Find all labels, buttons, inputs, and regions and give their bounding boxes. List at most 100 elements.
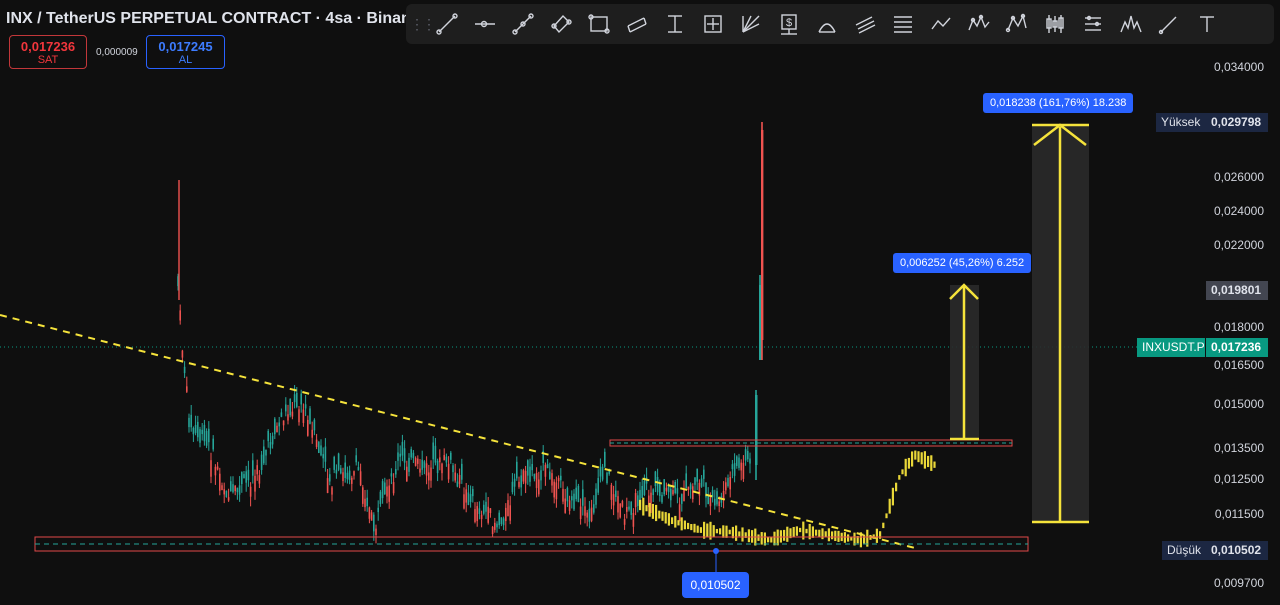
candle-body: [408, 457, 410, 472]
candle-body: [392, 482, 395, 494]
candle-body: [575, 487, 577, 500]
projection-bar: [735, 525, 738, 541]
candle-body: [612, 494, 615, 506]
measure-label-2[interactable]: 0,018238 (161,76%) 18.238: [983, 93, 1134, 113]
candle-body: [421, 459, 423, 470]
descending-trendline[interactable]: [0, 314, 916, 549]
projection-bar: [914, 450, 917, 460]
projection-bar: [811, 526, 814, 538]
axis-tick: 0,016500: [1213, 358, 1264, 372]
candle-body: [755, 395, 758, 465]
candle-body: [577, 485, 580, 503]
price-range-icon[interactable]: [656, 7, 694, 41]
candle-body: [740, 462, 742, 471]
fib-retracement-icon[interactable]: [884, 7, 922, 41]
candle-body: [452, 465, 454, 473]
candles-icon[interactable]: [1036, 7, 1074, 41]
candle-body: [507, 500, 509, 516]
candle-body: [210, 460, 212, 477]
drag-handle-icon[interactable]: ⋮⋮: [410, 16, 436, 33]
bars-pattern-icon[interactable]: [1074, 7, 1112, 41]
candle-body: [692, 486, 694, 500]
projection-bar: [703, 521, 706, 539]
candle-body: [461, 463, 463, 480]
trend-line-icon[interactable]: [428, 7, 466, 41]
projection-bar: [725, 525, 728, 538]
candle-body: [606, 472, 608, 484]
candle-body: [190, 414, 192, 428]
projection-bar: [687, 522, 690, 530]
candle-body: [619, 503, 621, 518]
candle-body: [513, 478, 516, 487]
projection-bar: [770, 536, 773, 543]
xabcd-pattern-icon[interactable]: [998, 7, 1036, 41]
head-shoulders-icon[interactable]: [1112, 7, 1150, 41]
price-chart[interactable]: [0, 0, 1168, 605]
candle-body: [604, 451, 606, 467]
projection-bar: [671, 517, 674, 525]
candle-body: [414, 458, 417, 466]
candle-body: [216, 466, 219, 470]
candle-body: [357, 467, 360, 471]
pitchfork-icon[interactable]: [846, 7, 884, 41]
candle-body: [307, 419, 309, 436]
text-icon[interactable]: [1188, 7, 1226, 41]
fib-fan-icon[interactable]: [732, 7, 770, 41]
horizontal-ray-icon[interactable]: [466, 7, 504, 41]
projection-bar: [719, 528, 722, 535]
candle-body: [494, 522, 496, 530]
projection-bar: [706, 523, 709, 538]
candle-body: [621, 501, 624, 507]
price-label-icon[interactable]: $: [770, 7, 808, 41]
candle-body: [454, 472, 456, 481]
date-price-range-icon[interactable]: [694, 7, 732, 41]
projection-bar: [930, 455, 933, 471]
high-value: 0,029798: [1206, 113, 1268, 132]
candle-body: [683, 488, 685, 502]
candle-body: [320, 445, 322, 456]
parallel-channel-icon[interactable]: [618, 7, 656, 41]
rotated-rectangle-icon[interactable]: [542, 7, 580, 41]
candle-body: [463, 494, 465, 509]
drawing-toolbar: ⋮⋮ $: [406, 4, 1274, 44]
sell-button[interactable]: 0,017236 SAT: [9, 35, 87, 69]
rectangle-icon[interactable]: [580, 7, 618, 41]
projection-bar: [661, 511, 664, 521]
candle-body: [282, 420, 285, 426]
candle-body: [665, 487, 668, 492]
candle-body: [188, 417, 190, 428]
candle-body: [234, 485, 236, 492]
resistance-zone[interactable]: [609, 439, 1013, 447]
candle-body: [227, 497, 230, 501]
candle-body: [663, 479, 665, 495]
candle-body: [632, 512, 635, 527]
candle-body: [186, 386, 188, 392]
candle-body: [223, 489, 225, 495]
candle-body: [322, 454, 324, 459]
measure-label-1[interactable]: 0,006252 (45,26%) 6.252: [893, 253, 1032, 273]
candle-body: [434, 445, 437, 463]
brush-icon[interactable]: [1150, 7, 1188, 41]
candle-body: [597, 478, 599, 493]
candle-body: [509, 505, 511, 521]
candle-body: [694, 477, 696, 485]
candle-body: [491, 526, 494, 535]
candle-body: [696, 468, 698, 482]
projection-bar: [911, 451, 914, 467]
elliott-wave-icon[interactable]: [960, 7, 998, 41]
arc-icon[interactable]: [808, 7, 846, 41]
candle-body: [241, 472, 243, 485]
candle-body: [342, 472, 344, 482]
candle-body: [518, 481, 520, 487]
candle-body: [313, 419, 316, 431]
path-icon[interactable]: [922, 7, 960, 41]
info-line-icon[interactable]: [504, 7, 542, 41]
low-price-badge[interactable]: 0,010502: [682, 572, 749, 598]
candle-body: [439, 457, 441, 463]
candle-body: [285, 404, 287, 412]
candle-body: [623, 518, 626, 525]
buy-button[interactable]: 0,017245 AL: [146, 35, 225, 69]
candle-body: [524, 470, 527, 484]
candle-body: [643, 480, 646, 495]
candle-body: [225, 490, 228, 497]
